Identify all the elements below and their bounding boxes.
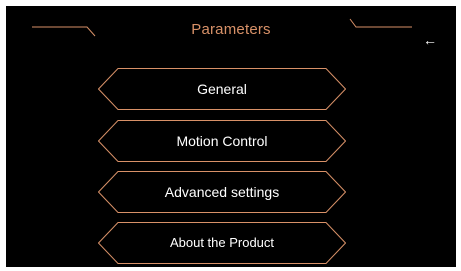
menu-item-motion-control[interactable]: Motion Control (98, 120, 346, 162)
menu-item-label: Motion Control (176, 133, 268, 149)
menu-item-general[interactable]: General (98, 68, 346, 110)
menu-item-about-the-product[interactable]: About the Product (98, 222, 346, 264)
parameters-panel: Parameters ← General Motion Control Adva… (6, 6, 456, 267)
back-arrow-icon[interactable]: ← (419, 30, 441, 50)
menu-item-label: General (197, 81, 247, 97)
menu-item-label: Advanced settings (164, 184, 280, 200)
page-title: Parameters (191, 21, 271, 38)
menu-item-label: About the Product (169, 235, 275, 250)
menu-item-advanced-settings[interactable]: Advanced settings (98, 171, 346, 213)
screen: Parameters ← General Motion Control Adva… (0, 0, 461, 271)
